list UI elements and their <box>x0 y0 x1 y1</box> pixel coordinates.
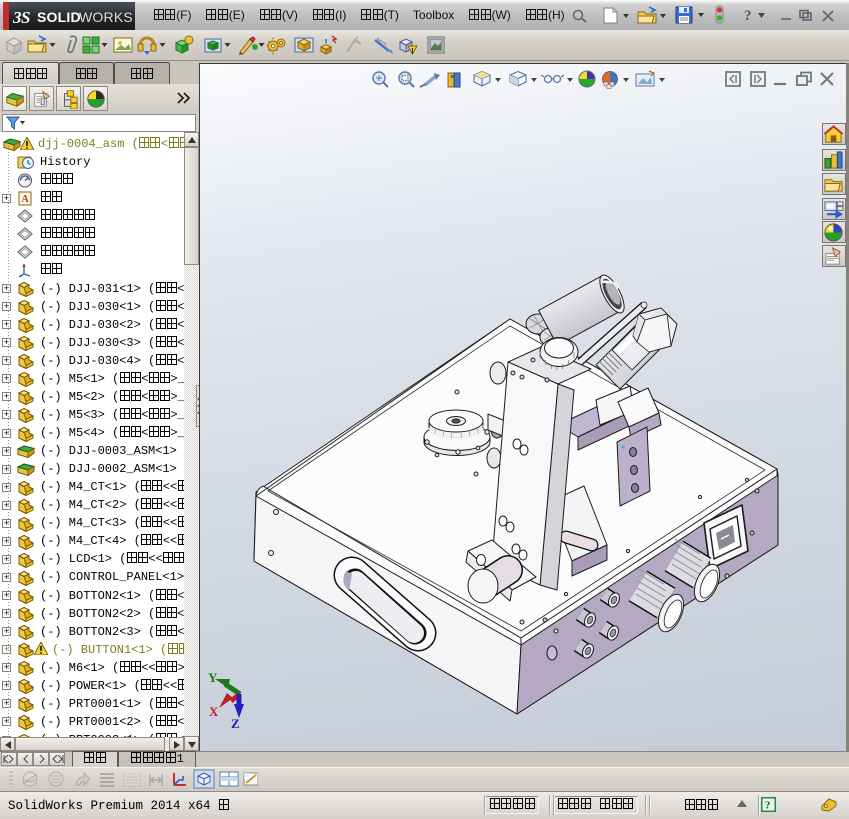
svg-text:?: ? <box>765 800 771 812</box>
svg-text:X: X <box>209 704 219 719</box>
svg-text:WORKS: WORKS <box>79 9 133 25</box>
svg-text:SOLID: SOLID <box>37 9 81 25</box>
svg-text:?: ? <box>744 8 752 24</box>
svg-text:!: ! <box>411 48 413 55</box>
svg-text:Z: Z <box>231 716 240 731</box>
svg-text:S: S <box>21 8 30 27</box>
svg-text:Y: Y <box>208 670 218 685</box>
